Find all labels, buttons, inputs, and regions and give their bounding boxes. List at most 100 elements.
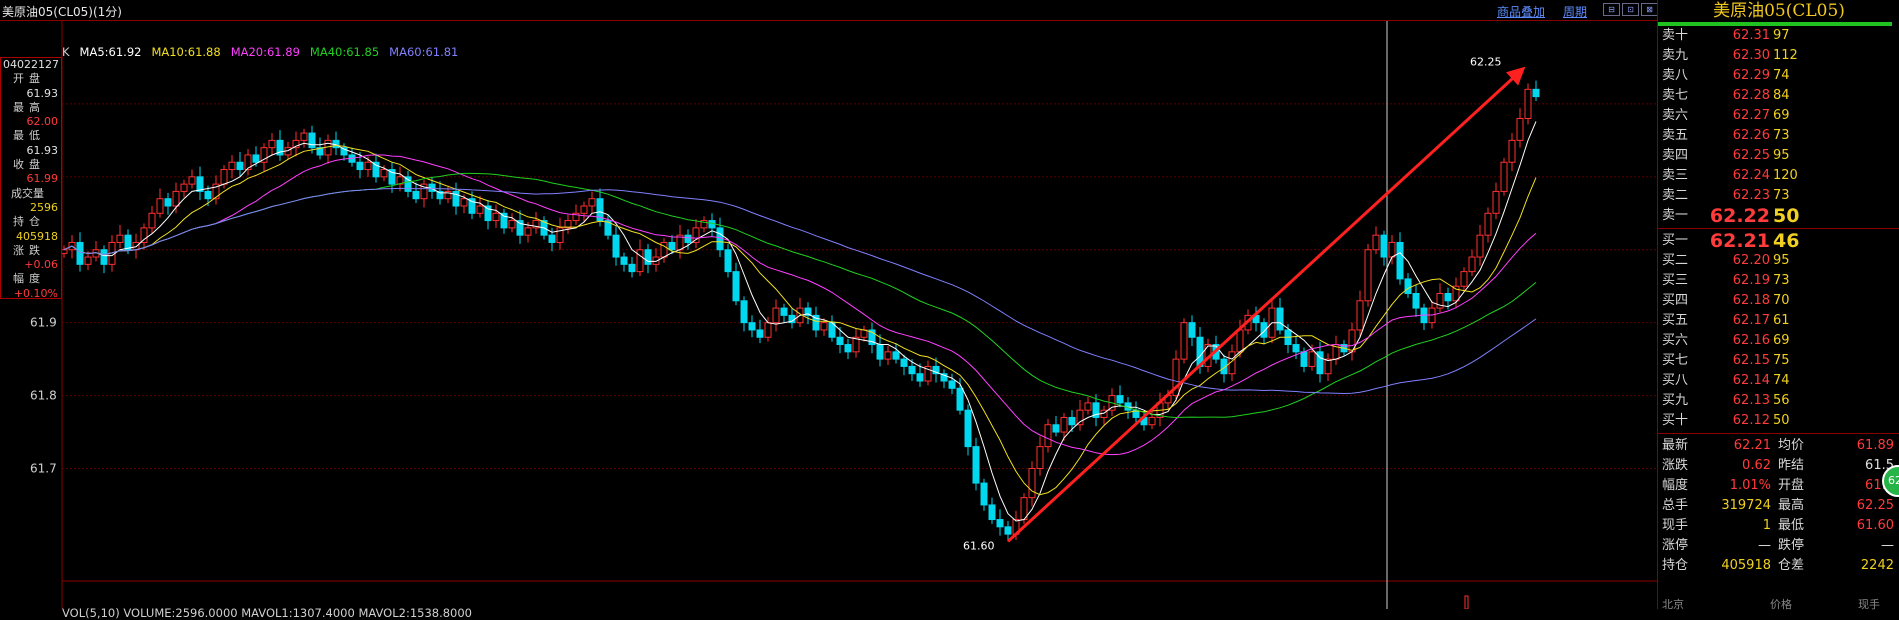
asks-row[interactable]: 卖七 62.28 84 bbox=[1658, 86, 1899, 106]
bids-volume: 70 bbox=[1773, 293, 1790, 308]
candle-body bbox=[996, 519, 1004, 528]
candle-body bbox=[1308, 351, 1316, 367]
stats-c: 跌停 bbox=[1778, 538, 1805, 553]
candle-body bbox=[228, 161, 236, 171]
asks-row[interactable]: 卖六 62.27 69 bbox=[1658, 106, 1899, 126]
bids-volume: 95 bbox=[1773, 253, 1790, 268]
stats-d: 61.89 bbox=[1856, 438, 1894, 453]
asks-price: 62.22 bbox=[1709, 205, 1770, 227]
y-tick-label: 61.9 bbox=[30, 316, 57, 330]
bids-row[interactable]: 买七 62.15 75 bbox=[1658, 351, 1899, 371]
bids-volume: 50 bbox=[1773, 413, 1790, 428]
asks-level-label: 卖十 bbox=[1662, 28, 1689, 43]
overlay-link[interactable]: 商品叠加 bbox=[1497, 3, 1545, 20]
stats-row: 现手 1 最低 61.60 bbox=[1658, 516, 1899, 536]
bids-level-label: 买三 bbox=[1662, 273, 1689, 288]
low-marker-label: 61.60 bbox=[963, 539, 995, 552]
candle-body bbox=[1060, 416, 1068, 433]
bids-volume: 74 bbox=[1773, 373, 1790, 388]
bids-row[interactable]: 买五 62.17 61 bbox=[1658, 311, 1899, 331]
candle-body bbox=[636, 249, 644, 273]
bids-row[interactable]: 买二 62.20 95 bbox=[1658, 251, 1899, 271]
asks-row[interactable]: 卖十 62.31 97 bbox=[1658, 26, 1899, 46]
footer-location: 北京 bbox=[1662, 598, 1684, 611]
oi-label: 持仓 bbox=[13, 215, 45, 229]
asks-row[interactable]: 卖三 62.24 120 bbox=[1658, 166, 1899, 186]
candle-body bbox=[748, 322, 756, 331]
stats-b: 0.62 bbox=[1742, 458, 1771, 473]
asks-row[interactable]: 卖八 62.29 74 bbox=[1658, 66, 1899, 86]
asks-row[interactable]: 卖一 62.22 50 bbox=[1658, 206, 1899, 226]
bids-row[interactable]: 买一 62.21 46 bbox=[1658, 231, 1899, 251]
candle-body bbox=[764, 322, 772, 338]
candle-body bbox=[1396, 241, 1404, 280]
candle-body bbox=[1500, 161, 1508, 192]
bids-row[interactable]: 买六 62.16 69 bbox=[1658, 331, 1899, 351]
asks-row[interactable]: 卖四 62.25 95 bbox=[1658, 146, 1899, 166]
candle-body bbox=[836, 336, 844, 346]
bids-price: 62.16 bbox=[1732, 333, 1770, 348]
candle-body bbox=[140, 227, 148, 243]
stats-row: 涨跌 0.62 昨结 61.5 bbox=[1658, 456, 1899, 476]
bids-row[interactable]: 买三 62.19 73 bbox=[1658, 271, 1899, 291]
candle-body bbox=[756, 329, 764, 338]
candle-body bbox=[1276, 307, 1284, 331]
candle-body bbox=[1492, 190, 1500, 214]
candle-body bbox=[508, 220, 516, 229]
asks-volume: 73 bbox=[1773, 128, 1790, 143]
bids-row[interactable]: 买四 62.18 70 bbox=[1658, 291, 1899, 311]
candle-body bbox=[668, 241, 676, 251]
asks-price: 62.31 bbox=[1732, 28, 1770, 43]
candle-body bbox=[612, 234, 620, 258]
asks-volume: 120 bbox=[1773, 168, 1798, 183]
candle-body bbox=[1116, 395, 1124, 404]
candle-body bbox=[1044, 424, 1052, 448]
candle-body bbox=[164, 198, 172, 207]
low-value: 61.93 bbox=[26, 143, 59, 157]
kline-chart-area[interactable]: 61.9 61.8 61.7 61.60 62.25 K MA5:61.92 MA10:61… bbox=[0, 21, 1657, 620]
candle-body bbox=[844, 344, 852, 353]
bids-level-label: 买七 bbox=[1662, 353, 1689, 368]
stats-a: 总手 bbox=[1662, 498, 1689, 513]
maximize-icon[interactable]: ⊡ bbox=[1622, 3, 1639, 16]
close-icon[interactable]: ⊠ bbox=[1641, 3, 1658, 16]
candle-body bbox=[1532, 88, 1540, 98]
quote-panel: 美原油05(CL05) 卖十 62.31 97 卖九 62.30 112 卖八 62.29 74… bbox=[1657, 0, 1899, 611]
bids-row[interactable]: 买十 62.12 50 bbox=[1658, 411, 1899, 431]
asks-row[interactable]: 卖二 62.23 73 bbox=[1658, 186, 1899, 206]
candle-body bbox=[1412, 293, 1420, 309]
asks-row[interactable]: 卖九 62.30 112 bbox=[1658, 46, 1899, 66]
candle-body bbox=[964, 409, 972, 448]
asks-volume: 73 bbox=[1773, 188, 1790, 203]
candle-body bbox=[84, 256, 92, 265]
asks-row[interactable]: 卖五 62.26 73 bbox=[1658, 126, 1899, 146]
volume-label: 成交量 bbox=[11, 186, 44, 200]
bids-row[interactable]: 买八 62.14 74 bbox=[1658, 371, 1899, 391]
asks-level-label: 卖六 bbox=[1662, 108, 1689, 123]
bids-level-label: 买十 bbox=[1662, 413, 1689, 428]
pct-label: 幅度 bbox=[13, 272, 45, 286]
stats-row: 总手 319724 最高 62.25 bbox=[1658, 496, 1899, 516]
candle-body bbox=[732, 271, 740, 302]
candle-body bbox=[1364, 249, 1372, 302]
candle-body bbox=[1260, 322, 1268, 338]
candle-body bbox=[356, 161, 364, 171]
candle-body bbox=[772, 307, 780, 324]
period-link[interactable]: 周期 bbox=[1563, 3, 1587, 20]
stats-a: 涨跌 bbox=[1662, 458, 1689, 473]
ma-legend-item: MA40:61.85 bbox=[309, 45, 380, 59]
bids-row[interactable]: 买九 62.13 56 bbox=[1658, 391, 1899, 411]
candle-body bbox=[1084, 402, 1092, 411]
kline-chart[interactable]: 61.9 61.8 61.7 61.60 62.25 bbox=[0, 21, 1657, 610]
candle-body bbox=[364, 161, 372, 171]
asks-price: 62.30 bbox=[1732, 48, 1770, 63]
candle-body bbox=[956, 387, 964, 411]
candle-body bbox=[620, 256, 628, 265]
stats-a: 涨停 bbox=[1662, 538, 1689, 553]
candle-body bbox=[684, 234, 692, 243]
candle-body bbox=[100, 249, 108, 265]
candle-body bbox=[380, 169, 388, 178]
restore-icon[interactable]: ⊟ bbox=[1603, 3, 1620, 16]
stats-b: 1 bbox=[1762, 518, 1771, 533]
candle-body bbox=[1148, 416, 1156, 426]
